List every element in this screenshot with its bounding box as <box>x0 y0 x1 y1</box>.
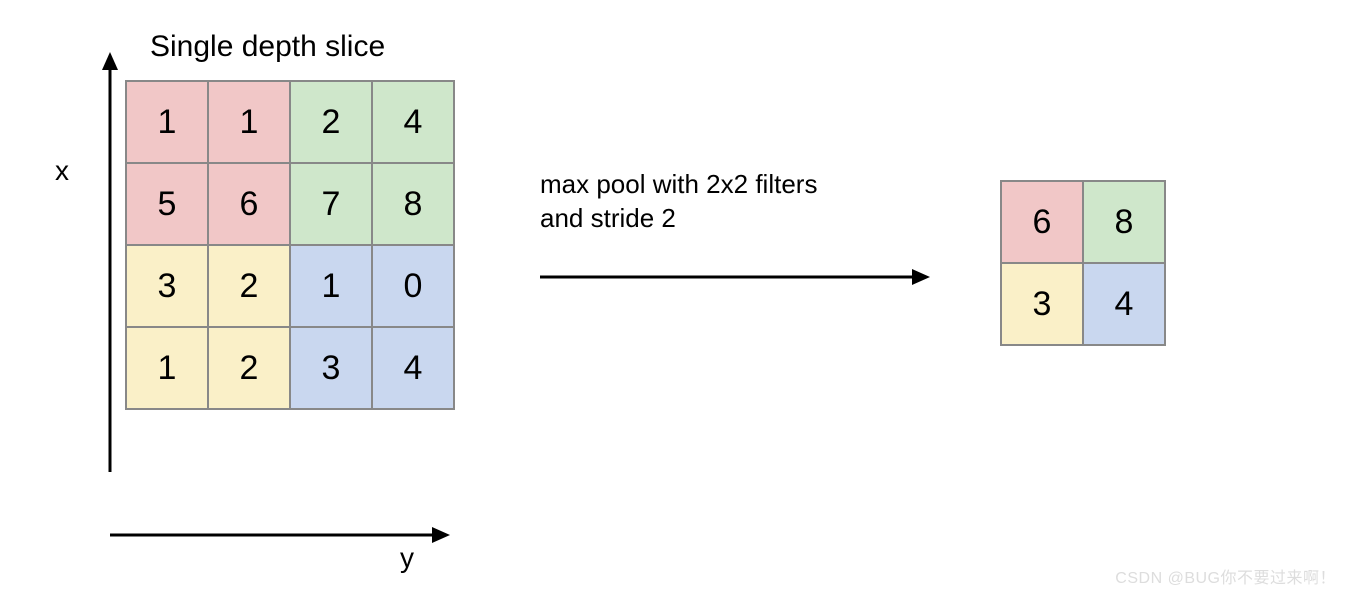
output-cell: 6 <box>1001 181 1083 263</box>
watermark-text: CSDN @BUG你不要过来啊！ <box>1115 564 1336 588</box>
input-cell: 0 <box>372 245 454 327</box>
input-cell: 3 <box>290 327 372 409</box>
input-cell: 2 <box>208 327 290 409</box>
diagram-title: Single depth slice <box>150 30 385 64</box>
input-cell: 2 <box>290 81 372 163</box>
input-cell: 1 <box>126 81 208 163</box>
input-grid: 1124567832101234 <box>125 80 455 410</box>
input-cell: 1 <box>290 245 372 327</box>
y-axis-arrow-icon <box>110 520 450 550</box>
input-cell: 7 <box>290 163 372 245</box>
operation-label: max pool with 2x2 filters and stride 2 <box>540 168 817 236</box>
output-cell: 3 <box>1001 263 1083 345</box>
input-cell: 3 <box>126 245 208 327</box>
input-cell: 6 <box>208 163 290 245</box>
input-cell: 1 <box>208 81 290 163</box>
output-grid: 6834 <box>1000 180 1166 346</box>
input-cell: 5 <box>126 163 208 245</box>
output-cell: 4 <box>1083 263 1165 345</box>
input-cell: 8 <box>372 163 454 245</box>
diagram-container: Single depth slice x 1124567832101234 y … <box>0 0 1356 603</box>
y-axis-label: y <box>400 542 414 574</box>
x-axis-arrow-icon <box>95 52 125 472</box>
input-cell: 2 <box>208 245 290 327</box>
input-cell: 4 <box>372 81 454 163</box>
x-axis-label: x <box>55 155 69 187</box>
input-cell: 1 <box>126 327 208 409</box>
operation-arrow-icon <box>540 262 930 292</box>
output-cell: 8 <box>1083 181 1165 263</box>
input-cell: 4 <box>372 327 454 409</box>
